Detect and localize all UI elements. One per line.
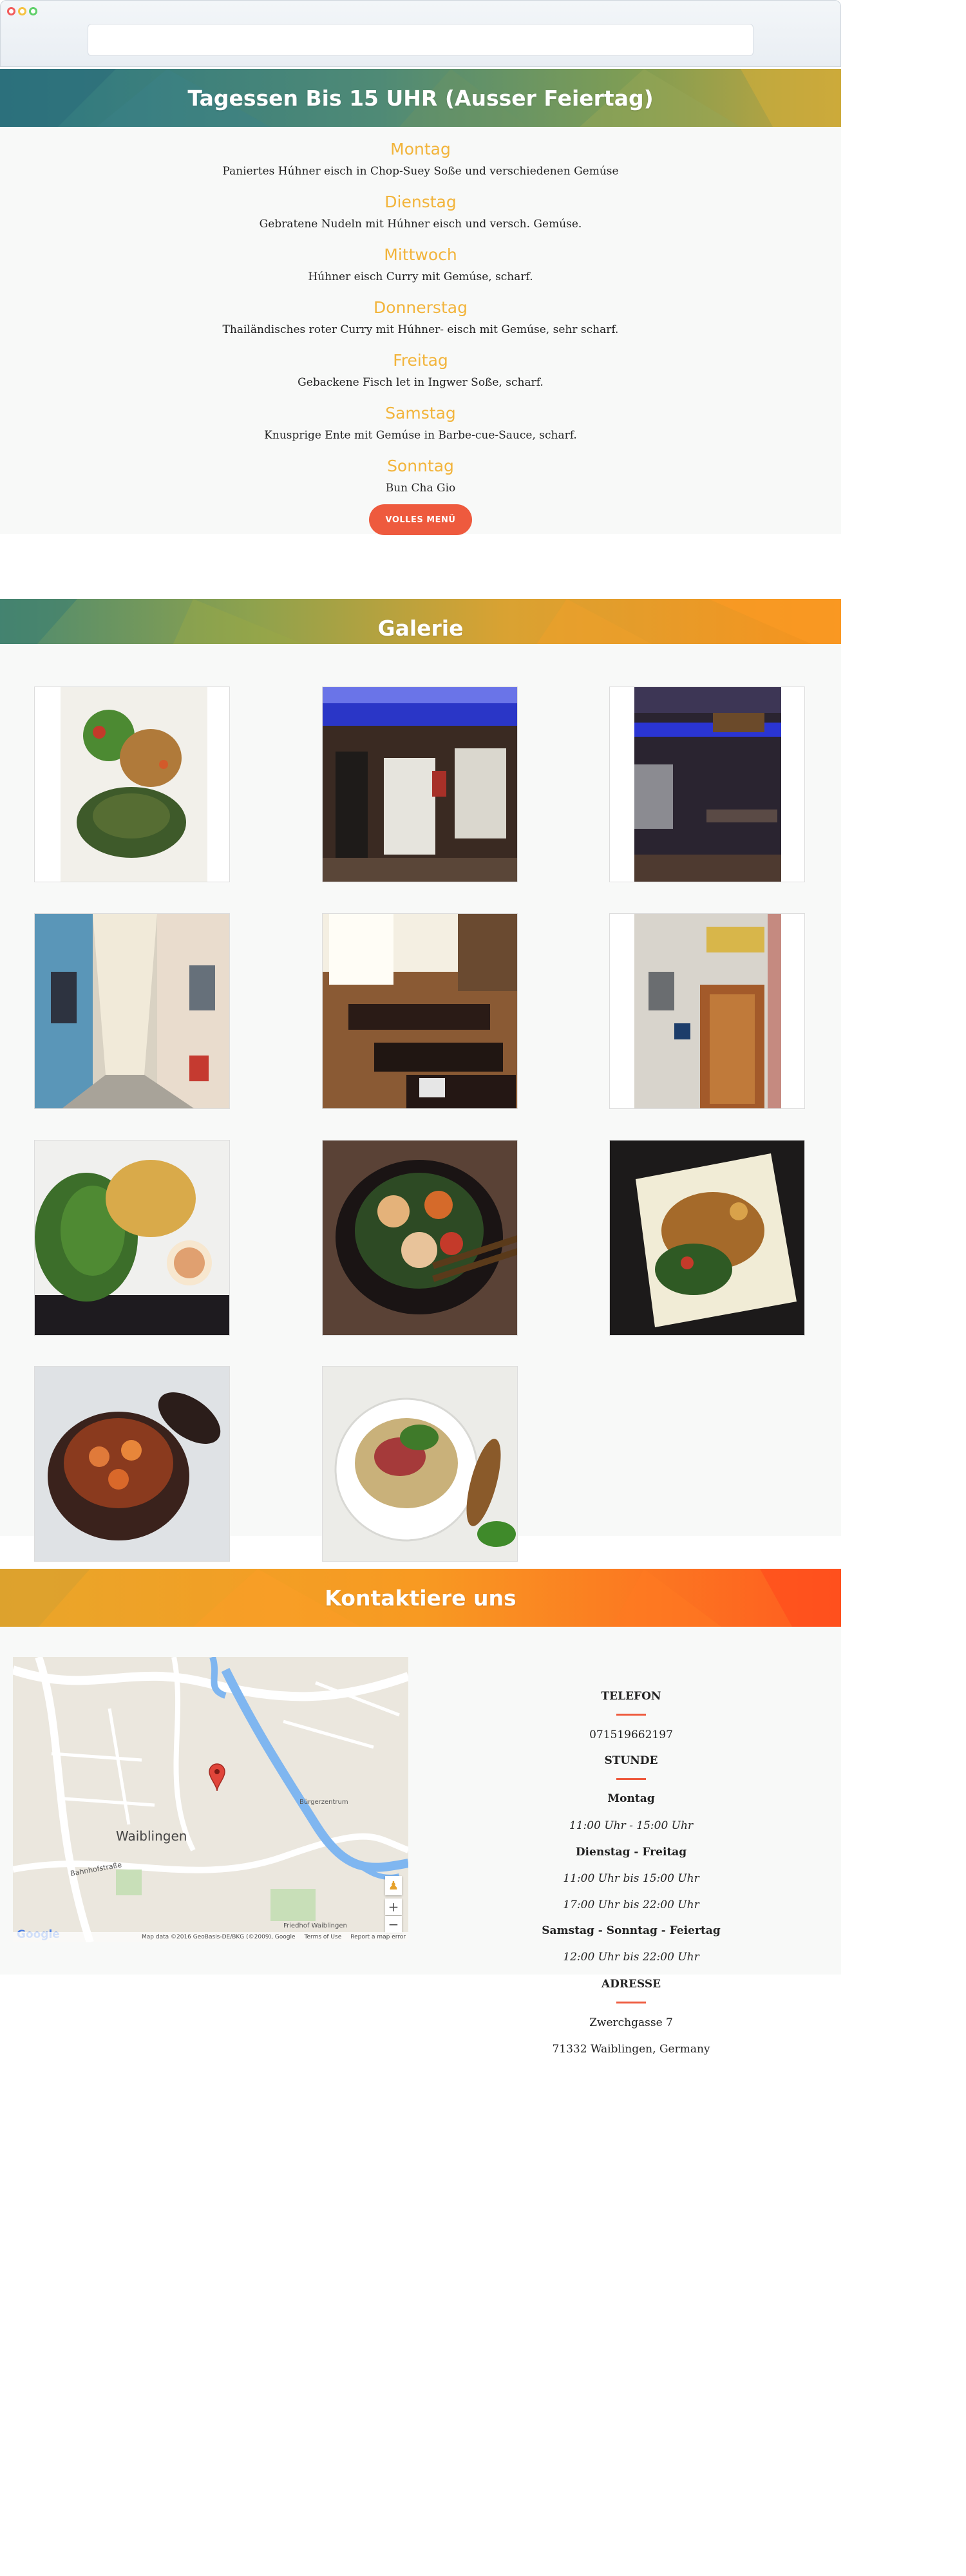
map-poi-label: Bürgerzentrum [299, 1799, 348, 1806]
map-data-credit: Map data ©2016 GeoBasis-DE/BKG (©2009), … [142, 1934, 296, 1940]
hours-label-weekend: Samstag - Sonntag - Feiertag [542, 1924, 721, 1937]
maximize-window-button[interactable] [29, 7, 37, 15]
lunch-day-name: Donnerstag [374, 298, 468, 317]
lunch-header-band: Tagessen Bis 15 UHR (Ausser Feiertag) [0, 69, 841, 127]
phone-number[interactable]: 071519662197 [502, 1728, 760, 1741]
street-view-pegman-icon[interactable]: ♟ [385, 1876, 402, 1895]
gallery-image-dining-room[interactable] [322, 913, 518, 1109]
address-city: 71332 Waiblingen, Germany [552, 2043, 710, 2056]
gallery-image-restaurant-interior[interactable] [322, 687, 518, 882]
gallery-image-pho-soup[interactable] [322, 1366, 518, 1562]
lunch-day-name: Sonntag [387, 457, 454, 475]
map-tiles: Waiblingen Bürgerzentrum Friedhof Waibli… [13, 1657, 408, 1942]
hours-time-weekdays-2: 17:00 Uhr bis 22:00 Uhr [563, 1899, 699, 1911]
hours-heading: STUNDE [604, 1754, 658, 1767]
map-report-link[interactable]: Report a map error [350, 1934, 406, 1940]
hours-divider [616, 1778, 646, 1780]
lunch-title: Tagessen Bis 15 UHR (Ausser Feiertag) [187, 85, 654, 111]
hours-time-weekdays-1: 11:00 Uhr bis 15:00 Uhr [563, 1872, 699, 1885]
lunch-day-dish: Knusprige Ente mit Gemúse in Barbe-cue-… [264, 429, 577, 442]
map-zoom-in-button[interactable]: + [385, 1899, 402, 1915]
gallery-image-pancake-plate[interactable] [34, 1140, 230, 1336]
address-divider [616, 2002, 646, 2003]
address-street: Zwerchgasse 7 [589, 2016, 673, 2029]
full-menu-button[interactable]: VOLLES MENÜ [369, 504, 472, 535]
lunch-day-dish: Thailändisches roter Curry mit Húhner-… [222, 323, 619, 336]
gallery-image-bowl-vegetables[interactable] [322, 1140, 518, 1336]
map-town-label: Waiblingen [116, 1828, 187, 1844]
gallery-image-street-alley[interactable] [34, 913, 230, 1109]
phone-heading: TELEFON [601, 1690, 661, 1703]
lunch-day-dish: Bun Cha Gio [385, 482, 456, 495]
contact-header-band: Kontaktiere uns [0, 1569, 841, 1627]
lunch-day-dish: Gebratene Nudeln mit Húhner eisch und v… [259, 218, 582, 231]
map-terms-link[interactable]: Terms of Use [305, 1934, 342, 1940]
lunch-day-name: Mittwoch [384, 245, 457, 264]
gallery-image-platter-dish[interactable] [609, 1140, 805, 1336]
address-heading: ADRESSE [601, 1978, 661, 1991]
window-controls [7, 7, 37, 15]
map-cemetery-label: Friedhof Waiblingen [283, 1922, 347, 1929]
lunch-day-dish: Paniertes Húhner eisch in Chop-Suey Soß… [222, 165, 619, 178]
lunch-day-dish: Gebackene Fisch let in Ingwer Soße, scha… [298, 376, 544, 389]
lunch-day-name: Freitag [393, 351, 448, 370]
map-attribution: Map data ©2016 GeoBasis-DE/BKG (©2009), … [13, 1932, 408, 1942]
location-map[interactable]: Waiblingen Bürgerzentrum Friedhof Waibli… [13, 1657, 408, 1942]
gallery-image-clay-pot-shrimp[interactable] [34, 1366, 230, 1562]
minimize-window-button[interactable] [18, 7, 26, 15]
phone-divider [616, 1714, 646, 1716]
gallery-image-restaurant-entrance[interactable] [609, 913, 805, 1109]
gallery-title: Galerie [377, 615, 464, 641]
close-window-button[interactable] [7, 7, 15, 15]
contact-title: Kontaktiere uns [325, 1585, 516, 1611]
hours-label-monday: Montag [607, 1792, 655, 1805]
browser-chrome [0, 0, 841, 67]
gallery-image-restaurant-bar[interactable] [609, 687, 805, 882]
hours-label-weekdays: Dienstag - Freitag [575, 1846, 687, 1859]
lunch-day-name: Dienstag [384, 193, 457, 211]
map-zoom-out-button[interactable]: − [385, 1916, 402, 1933]
hours-time-weekend: 12:00 Uhr bis 22:00 Uhr [563, 1951, 699, 1964]
lunch-day-dish: Húhner eisch Curry mit Gemúse, scharf. [308, 270, 533, 283]
gallery-image-salad-dish[interactable] [34, 687, 230, 882]
address-bar[interactable] [88, 24, 753, 56]
lunch-day-name: Montag [390, 140, 451, 158]
hours-time-monday: 11:00 Uhr - 15:00 Uhr [569, 1819, 694, 1832]
lunch-day-name: Samstag [385, 404, 456, 422]
